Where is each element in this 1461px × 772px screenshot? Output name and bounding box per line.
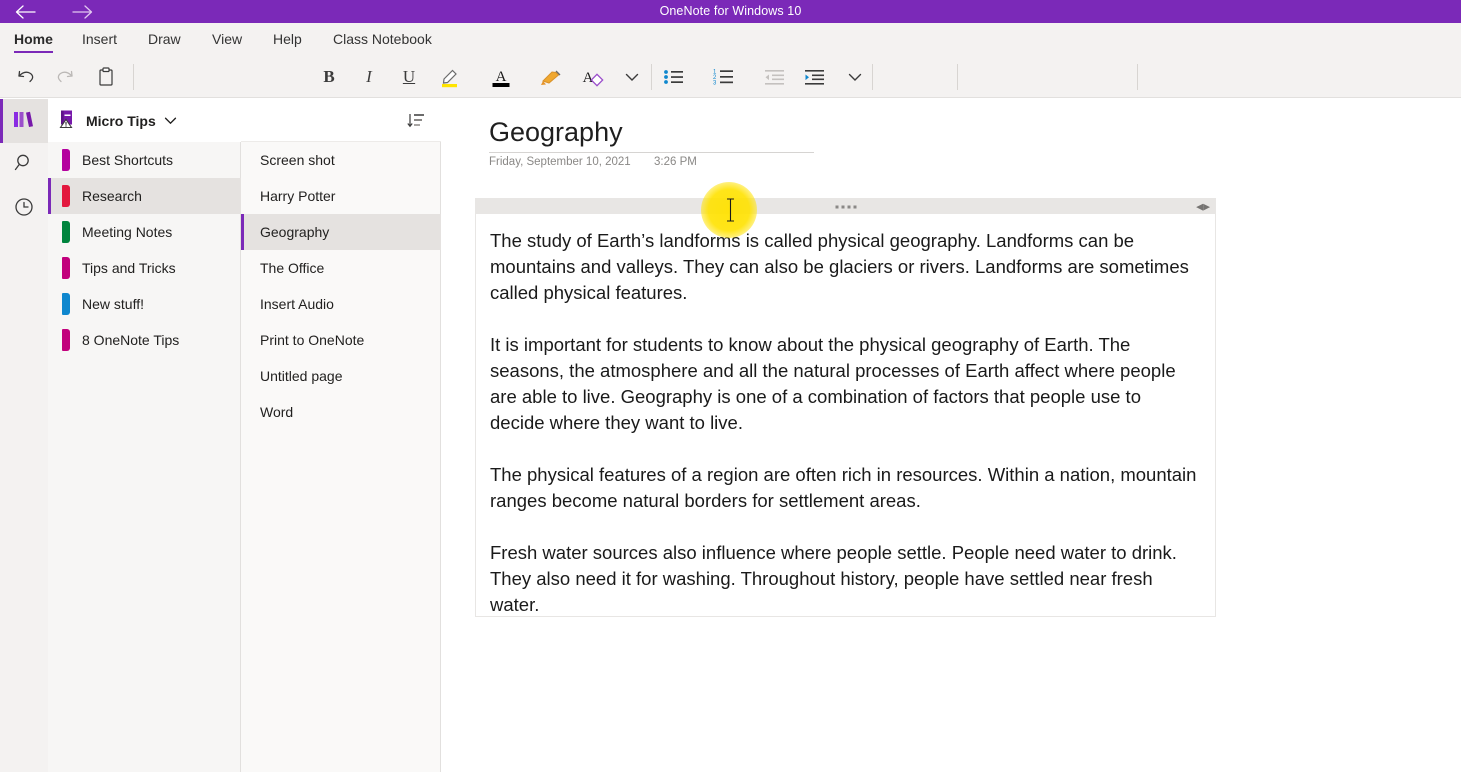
numbered-list-icon[interactable]: 123 [708, 60, 740, 94]
notebook-chevron-down-icon[interactable] [164, 112, 177, 130]
note-paragraph[interactable]: The study of Earth’s landforms is called… [490, 228, 1199, 306]
svg-text:A: A [583, 70, 594, 86]
section-label: Tips and Tricks [82, 260, 176, 276]
paragraph-more-chevron-down-icon[interactable] [840, 60, 870, 94]
tab-insert[interactable]: Insert [82, 23, 117, 56]
page-item-harry-potter[interactable]: Harry Potter [241, 178, 441, 214]
bullet-list-icon[interactable] [658, 60, 690, 94]
page-item-untitled-page[interactable]: Untitled page [241, 358, 441, 394]
tab-view[interactable]: View [212, 23, 242, 56]
underline-button[interactable]: U [393, 60, 425, 94]
window-title: OneNote for Windows 10 [659, 4, 802, 18]
tab-draw[interactable]: Draw [148, 23, 181, 56]
ribbon-toolbar: Calibri 16 B I U A A 123 [0, 56, 1461, 150]
page-label: Untitled page [260, 368, 343, 384]
note-container[interactable]: ◀▶ The study of Earth’s landforms is cal… [475, 198, 1216, 617]
page-date[interactable]: Friday, September 10, 2021 [489, 156, 631, 168]
section-color-swatch [62, 149, 70, 171]
page-label: Word [260, 404, 294, 420]
section-color-swatch [62, 293, 70, 315]
bold-button[interactable]: B [313, 60, 345, 94]
title-bar: OneNote for Windows 10 [0, 0, 1461, 23]
section-label: 8 OneNote Tips [82, 332, 180, 348]
page-label: Insert Audio [260, 296, 334, 312]
section-color-swatch [62, 257, 70, 279]
page-item-screen-shot[interactable]: Screen shot [241, 142, 441, 178]
section-item-meeting-notes[interactable]: Meeting Notes [48, 214, 241, 250]
decrease-indent-icon[interactable] [759, 60, 791, 94]
note-paragraph[interactable]: Fresh water sources also influence where… [490, 540, 1199, 618]
svg-text:A: A [496, 69, 507, 85]
clear-formatting-icon[interactable]: A [576, 60, 608, 94]
page-label: Print to OneNote [260, 332, 365, 348]
note-body[interactable]: The study of Earth’s landforms is called… [476, 214, 1215, 616]
pages-pane: Screen shot Harry Potter Geography The O… [241, 99, 441, 772]
page-label: Screen shot [260, 152, 335, 168]
section-item-new-stuff[interactable]: New stuff! [48, 286, 241, 322]
page-canvas[interactable]: Geography Friday, September 10, 2021 3:2… [441, 99, 1461, 772]
page-item-word[interactable]: Word [241, 394, 441, 430]
note-paragraph[interactable]: The physical features of a region are of… [490, 462, 1199, 514]
section-label: Research [82, 188, 142, 204]
page-item-geography[interactable]: Geography [241, 214, 441, 250]
tab-class-notebook[interactable]: Class Notebook [333, 23, 432, 56]
section-label: Meeting Notes [82, 224, 173, 240]
search-icon [13, 152, 35, 179]
page-label: Harry Potter [260, 188, 336, 204]
section-item-tips-and-tricks[interactable]: Tips and Tricks [48, 250, 241, 286]
section-color-swatch [62, 221, 70, 243]
page-item-the-office[interactable]: The Office [241, 250, 441, 286]
page-label: The Office [260, 260, 325, 276]
page-time[interactable]: 3:26 PM [654, 156, 697, 168]
svg-text:3: 3 [713, 81, 717, 87]
page-label: Geography [260, 224, 330, 240]
section-label: Best Shortcuts [82, 152, 174, 168]
section-item-8-onenote-tips[interactable]: 8 OneNote Tips [48, 322, 241, 358]
toolbar-divider [957, 64, 958, 90]
toolbar-divider [872, 64, 873, 90]
notebooks-icon [11, 108, 37, 135]
onenote-window: OneNote for Windows 10 Home Insert Draw … [0, 0, 1461, 772]
section-item-research[interactable]: Research [48, 178, 241, 214]
increase-indent-icon[interactable] [799, 60, 831, 94]
format-painter-icon[interactable] [536, 60, 568, 94]
italic-button[interactable]: I [353, 60, 385, 94]
sections-pane: Micro Tips Best Shortcuts Research Meeti… [48, 99, 241, 772]
page-title[interactable]: Geography [489, 117, 779, 148]
toolbar-divider [1137, 64, 1138, 90]
title-underline [489, 152, 814, 153]
horizontal-resize-icon[interactable]: ◀▶ [1196, 202, 1210, 211]
redo-icon[interactable] [48, 60, 82, 94]
notebook-sync-warning-icon [58, 108, 78, 133]
font-more-chevron-down-icon[interactable] [617, 60, 647, 94]
clock-icon [13, 196, 35, 223]
section-color-swatch [62, 185, 70, 207]
section-color-swatch [62, 329, 70, 351]
tab-home[interactable]: Home [14, 23, 53, 56]
undo-icon[interactable] [9, 60, 43, 94]
note-paragraph[interactable]: It is important for students to know abo… [490, 332, 1199, 436]
rail-item-notebooks[interactable] [0, 99, 48, 143]
font-color-icon[interactable]: A [485, 60, 517, 94]
page-item-insert-audio[interactable]: Insert Audio [241, 286, 441, 322]
left-rail [0, 99, 48, 772]
section-label: New stuff! [82, 296, 144, 312]
tab-help[interactable]: Help [273, 23, 302, 56]
toolbar-divider [133, 64, 134, 90]
toolbar-divider [651, 64, 652, 90]
highlighter-icon[interactable] [434, 60, 466, 94]
rail-item-recent[interactable] [0, 187, 48, 231]
section-item-best-shortcuts[interactable]: Best Shortcuts [48, 142, 241, 178]
notebook-name: Micro Tips [86, 112, 156, 129]
sort-descending-icon[interactable] [403, 108, 429, 134]
clipboard-paste-icon[interactable] [90, 60, 122, 94]
note-container-handle-bar[interactable]: ◀▶ [476, 199, 1215, 214]
pages-header [241, 99, 441, 142]
drag-handle-icon[interactable] [835, 205, 856, 208]
ribbon-tab-strip: Home Insert Draw View Help Class Noteboo… [0, 23, 1461, 56]
page-item-print-to-onenote[interactable]: Print to OneNote [241, 322, 441, 358]
notebook-selector[interactable]: Micro Tips [48, 99, 241, 142]
rail-item-search[interactable] [0, 143, 48, 187]
